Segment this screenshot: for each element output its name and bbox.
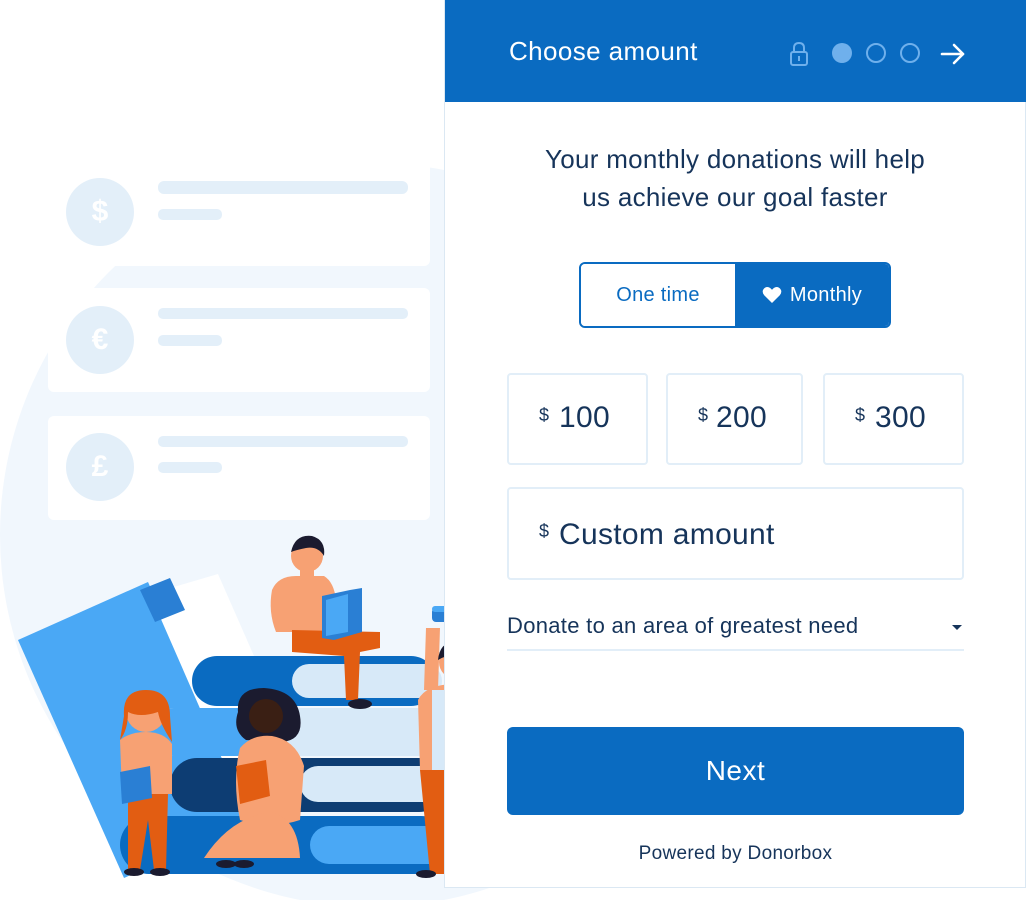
next-button-label: Next [705,755,766,786]
tagline-line-2: us achieve our goal faster [582,182,888,212]
step-indicator-2 [866,43,886,63]
pound-icon: £ [91,450,109,483]
next-button[interactable]: Next [507,727,964,815]
one-time-label: One time [616,283,700,306]
lock-icon [790,41,808,66]
designation-selected-value: Donate to an area of greatest need [507,613,859,638]
amount-option-200[interactable]: $ 200 [666,373,803,465]
currency-symbol: $ [855,405,866,425]
donation-widget: Choose amount Your monthly donations wil… [444,0,1026,888]
currency-symbol: $ [698,405,709,425]
dollar-icon: $ [91,195,109,228]
euro-icon: € [91,323,109,356]
amount-value: 300 [875,401,926,434]
step-indicator-1 [832,43,852,63]
currency-symbol: $ [539,521,550,541]
custom-amount-field: $ [507,487,964,580]
frequency-toggle: One time Monthly [579,262,891,328]
amount-value: 200 [716,401,767,434]
tagline-line-1: Your monthly donations will help [544,144,926,174]
currency-symbol: $ [539,405,550,425]
monthly-button[interactable]: Monthly [735,264,889,326]
tagline: Your monthly donations will help us achi… [485,140,985,216]
powered-by-text: Powered by Donorbox [638,843,833,864]
designation-dropdown[interactable]: Donate to an area of greatest need [507,605,964,651]
amount-option-300[interactable]: $ 300 [823,373,964,465]
amount-option-100[interactable]: $ 100 [507,373,648,465]
step-indicator-3 [900,43,920,63]
caret-down-icon [952,625,962,630]
widget-title: Choose amount [509,36,698,66]
amount-value: 100 [559,401,610,434]
heart-icon [762,286,782,303]
custom-amount-input[interactable] [559,515,939,555]
arrow-right-icon[interactable] [939,40,967,68]
widget-header: Choose amount [445,0,1026,102]
monthly-label: Monthly [789,283,863,306]
one-time-button[interactable]: One time [581,264,735,326]
